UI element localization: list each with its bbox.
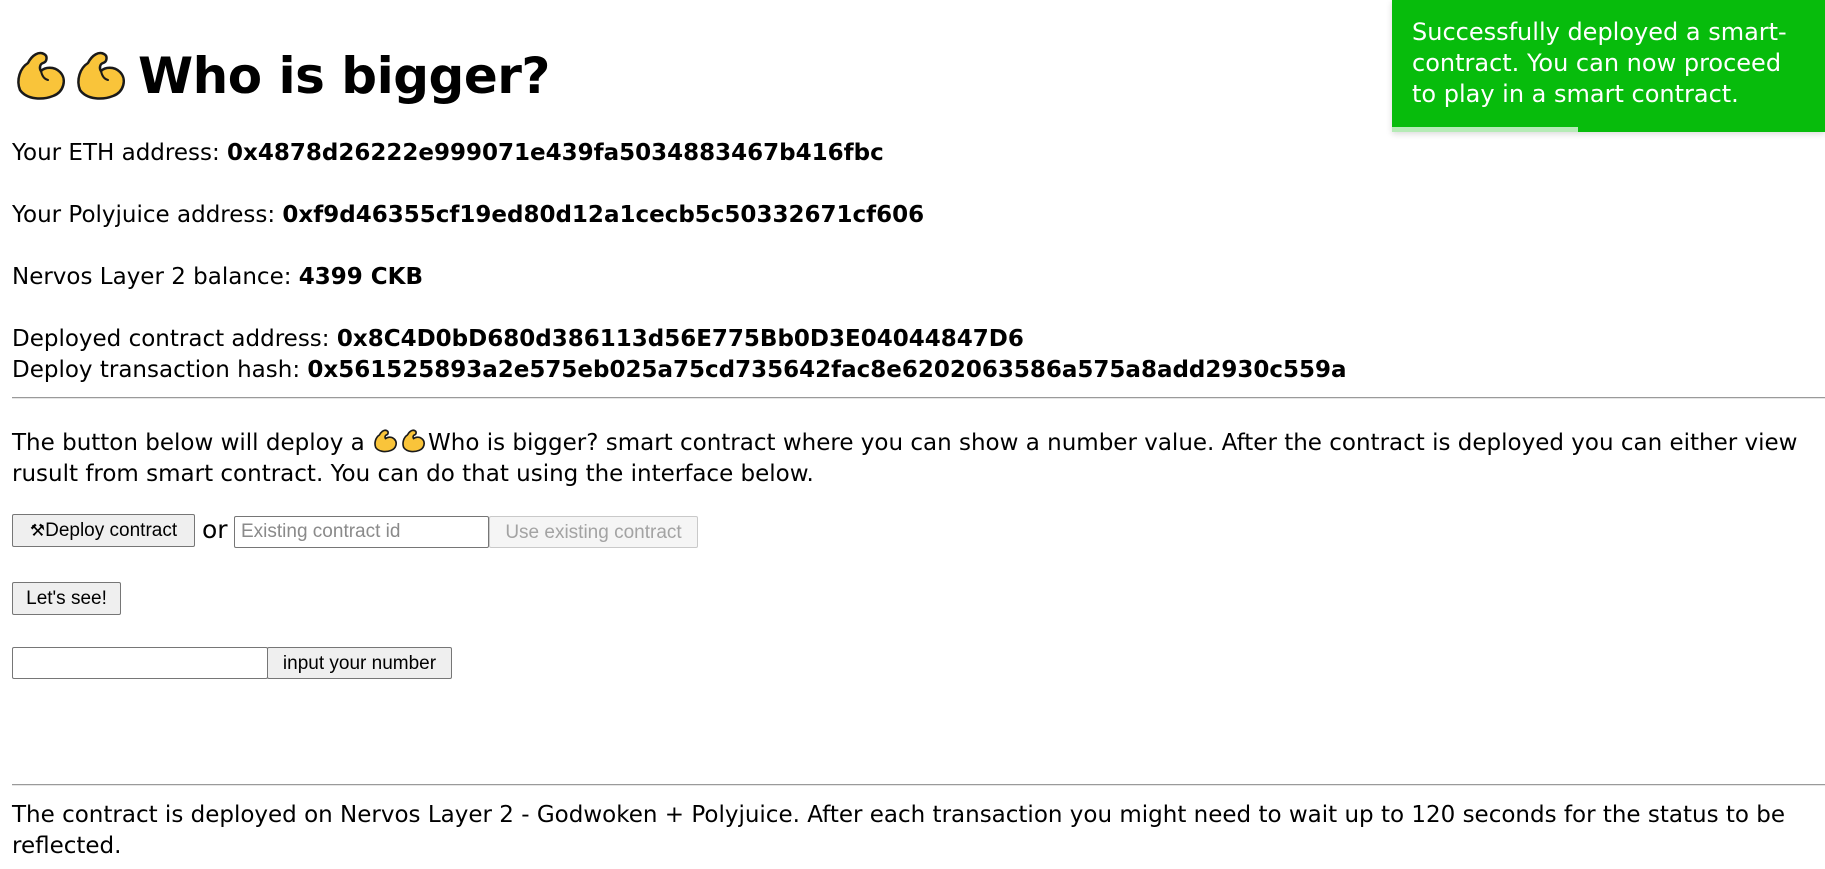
contract-address-value: 0x8C4D0bD680d386113d56E775Bb0D3E04044847… <box>336 326 1024 352</box>
toast-message: Successfully deployed a smart-contract. … <box>1412 18 1787 108</box>
flexed-biceps-icon <box>374 429 397 453</box>
or-text: or <box>202 515 228 544</box>
deploy-description: The button below will deploy a Who is bi… <box>12 427 1812 490</box>
existing-contract-input[interactable] <box>234 516 489 548</box>
eth-address-label: Your ETH address: <box>12 140 228 166</box>
tx-hash-label: Deploy transaction hash: <box>12 357 308 383</box>
polyjuice-address-label: Your Polyjuice address: <box>12 202 283 228</box>
page-title: Who is bigger? <box>12 40 550 112</box>
contract-address-label: Deployed contract address: <box>12 326 337 352</box>
lets-see-button[interactable]: Let's see! <box>12 582 121 615</box>
eth-address-line: Your ETH address: 0x4878d26222e999071e43… <box>12 138 884 168</box>
deploy-contract-label: Deploy contract <box>45 520 178 541</box>
use-existing-contract-button[interactable]: Use existing contract <box>489 516 698 548</box>
divider-bottom <box>12 784 1825 786</box>
toast-progress-bar <box>1392 127 1579 132</box>
success-toast[interactable]: Successfully deployed a smart-contract. … <box>1392 0 1825 132</box>
flexed-biceps-icon <box>402 429 425 453</box>
balance-label: Nervos Layer 2 balance: <box>12 264 299 290</box>
tx-hash-value: 0x561525893a2e575eb025a75cd735642fac8e62… <box>307 357 1347 383</box>
polyjuice-address-line: Your Polyjuice address: 0xf9d46355cf19ed… <box>12 200 924 230</box>
description-prefix: The button below will deploy a <box>12 430 373 456</box>
input-number-button[interactable]: input your number <box>267 647 452 679</box>
deploy-contract-button[interactable]: ⚒Deploy contract <box>12 514 195 547</box>
footer-note: The contract is deployed on Nervos Layer… <box>12 802 1786 859</box>
contract-address-line: Deployed contract address: 0x8C4D0bD680d… <box>12 324 1024 354</box>
flexed-biceps-icon <box>77 51 126 100</box>
number-input[interactable] <box>12 647 268 679</box>
divider-top <box>12 397 1825 399</box>
hammer-and-wrench-icon: ⚒ <box>29 521 46 541</box>
eth-address-value: 0x4878d26222e999071e439fa5034883467b416f… <box>227 140 884 166</box>
polyjuice-address-value: 0xf9d46355cf19ed80d12a1cecb5c50332671cf6… <box>282 202 925 228</box>
title-text: Who is bigger? <box>138 47 550 105</box>
flexed-biceps-icon <box>17 51 66 100</box>
balance-line: Nervos Layer 2 balance: 4399 CKB <box>12 262 423 292</box>
balance-value: 4399 CKB <box>298 264 424 290</box>
tx-hash-line: Deploy transaction hash: 0x561525893a2e5… <box>12 355 1347 385</box>
